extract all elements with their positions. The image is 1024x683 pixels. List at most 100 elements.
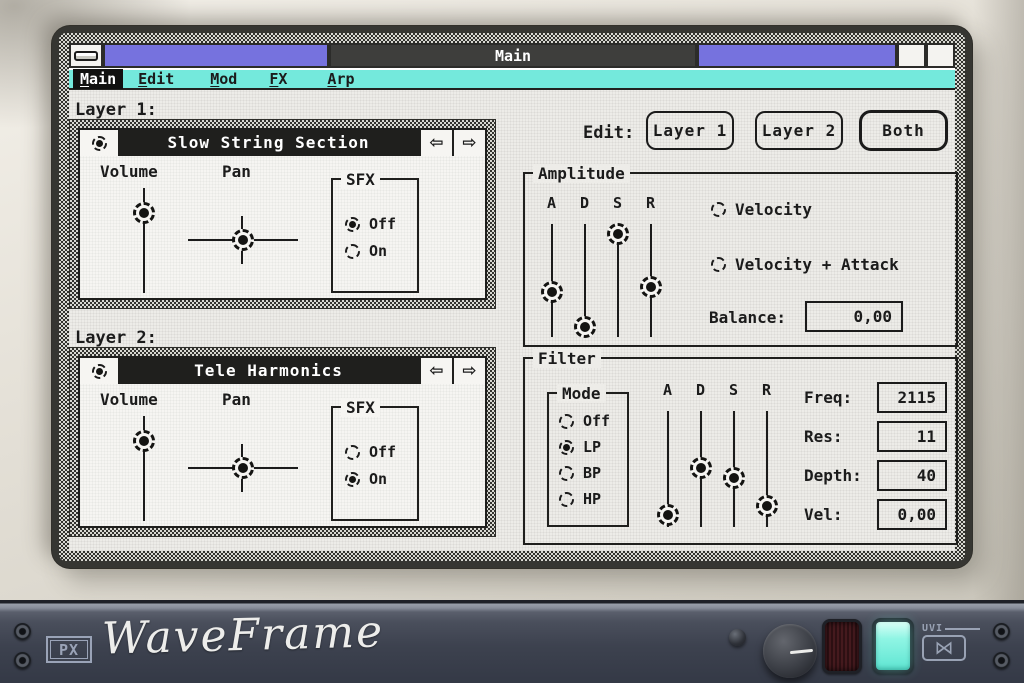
filter-decay-slider[interactable] (700, 411, 702, 527)
layer1-sfx-on-option[interactable]: On (345, 242, 387, 260)
amp-decay-slider[interactable] (584, 224, 586, 337)
layer2-window-bullet-box[interactable] (80, 358, 118, 384)
amp-sustain-slider[interactable] (617, 224, 619, 337)
filter-decay-knob[interactable] (690, 457, 712, 479)
menu-item-arp[interactable]: Arp (320, 69, 361, 89)
window-control-button-2[interactable] (926, 43, 955, 68)
amp-release-slider[interactable] (650, 224, 652, 337)
menu-item-fx[interactable]: FX (262, 69, 294, 89)
screw (14, 652, 31, 669)
layer2-sfx-on-option[interactable]: On (345, 470, 387, 488)
window-menu-box[interactable] (69, 43, 103, 68)
amp-sustain-letter: S (613, 192, 622, 214)
radio-icon[interactable] (345, 445, 360, 460)
radio-icon[interactable] (559, 466, 574, 481)
edit-both-button-label: Both (882, 121, 925, 140)
product-name-logo: WaveFrame (101, 606, 384, 664)
layer2-volume-slider[interactable] (143, 416, 145, 521)
edit-layer2-button[interactable]: Layer 2 (755, 111, 843, 150)
amp-attack-knob[interactable] (541, 281, 563, 303)
layer2-sfx-off-option[interactable]: Off (345, 443, 396, 461)
menu-edit-rest: dit (147, 70, 174, 88)
edit-both-button[interactable]: Both (859, 110, 948, 151)
layer2-prev-arrow-button[interactable]: ⇦ (419, 358, 452, 384)
uvi-logo-line (945, 628, 980, 630)
filter-attack-slider[interactable] (667, 411, 669, 527)
amp-attack-slider[interactable] (551, 224, 553, 337)
left-arrow-icon: ⇦ (429, 361, 443, 381)
layer2-volume-knob[interactable] (133, 430, 155, 452)
mode-hp-option[interactable]: HP (559, 490, 601, 508)
layer2-window-titlebar[interactable]: Tele Harmonics ⇦ ⇨ (80, 358, 485, 384)
layer2-next-arrow-button[interactable]: ⇨ (452, 358, 485, 384)
window-control-button-1[interactable] (897, 43, 926, 68)
radio-icon[interactable] (345, 217, 360, 232)
edit-layer1-button[interactable]: Layer 1 (646, 111, 734, 150)
layer2-sfx-label: SFX (341, 398, 380, 417)
uvi-symbol-glyph: ⋈ (935, 639, 954, 658)
small-knob[interactable] (729, 629, 746, 646)
layer2-pan-knob[interactable] (232, 457, 254, 479)
edit-layer2-button-label: Layer 2 (762, 121, 836, 140)
radio-icon[interactable] (711, 257, 726, 272)
amp-release-knob[interactable] (640, 276, 662, 298)
vel-input[interactable]: 0,00 (877, 499, 947, 530)
radio-icon[interactable] (559, 492, 574, 507)
layer1-volume-slider[interactable] (143, 188, 145, 293)
layer1-window-titlebar[interactable]: Slow String Section ⇦ ⇨ (80, 130, 485, 156)
layer1-heading: Layer 1: (75, 100, 157, 120)
amp-decay-knob[interactable] (574, 316, 596, 338)
window-bullet-icon (92, 364, 107, 379)
velocity-label: Velocity (735, 200, 812, 219)
layer1-pan-slider[interactable] (188, 239, 298, 241)
radio-icon[interactable] (711, 202, 726, 217)
layer2-pan-slider[interactable] (188, 467, 298, 469)
minimize-dash-icon (74, 51, 98, 61)
filter-sustain-slider[interactable] (733, 411, 735, 527)
radio-icon[interactable] (345, 244, 360, 259)
power-led-button[interactable] (872, 618, 914, 674)
filter-sustain-knob[interactable] (723, 467, 745, 489)
rotary-knob[interactable] (763, 624, 817, 678)
velocity-option[interactable]: Velocity (711, 200, 812, 219)
balance-input[interactable]: 0,00 (805, 301, 903, 332)
screw (993, 623, 1010, 640)
menu-item-mod[interactable]: Mod (203, 69, 244, 89)
layer1-next-arrow-button[interactable]: ⇨ (452, 130, 485, 156)
filter-attack-knob[interactable] (657, 504, 679, 526)
layer1-prev-arrow-button[interactable]: ⇦ (419, 130, 452, 156)
menu-main-rest: ain (89, 70, 116, 88)
layer1-sfx-off-option[interactable]: Off (345, 215, 396, 233)
velocity-attack-option[interactable]: Velocity + Attack (711, 255, 899, 274)
mode-bp-option[interactable]: BP (559, 464, 601, 482)
layer2-window-title: Tele Harmonics (118, 358, 419, 384)
crt-screen: Main Main Edit Mod FX Arp Layer 1: (52, 26, 972, 568)
menu-item-main[interactable]: Main (73, 69, 123, 89)
freq-input[interactable]: 2115 (877, 382, 947, 413)
red-button[interactable] (822, 619, 862, 674)
mode-off-option[interactable]: Off (559, 412, 610, 430)
freq-value: 2115 (897, 388, 936, 407)
radio-icon[interactable] (345, 472, 360, 487)
pan-center-tick-top (241, 444, 243, 457)
mode-lp-option[interactable]: LP (559, 438, 601, 456)
layer1-volume-knob[interactable] (133, 202, 155, 224)
radio-icon[interactable] (559, 414, 574, 429)
depth-input[interactable]: 40 (877, 460, 947, 491)
left-arrow-icon: ⇦ (429, 133, 443, 153)
radio-icon[interactable] (559, 440, 574, 455)
filter-release-slider[interactable] (766, 411, 768, 527)
amp-release-letter: R (646, 192, 655, 214)
mode-lp-label: LP (583, 438, 601, 456)
amp-attack-letter: A (547, 192, 556, 214)
vel-value: 0,00 (897, 505, 936, 524)
filter-release-knob[interactable] (756, 495, 778, 517)
layer2-pan-label: Pan (222, 390, 251, 409)
menu-mod-hotkey: M (210, 70, 219, 88)
layer1-window-bullet-box[interactable] (80, 130, 118, 156)
menu-item-edit[interactable]: Edit (131, 69, 181, 89)
amp-sustain-knob[interactable] (607, 223, 629, 245)
res-input[interactable]: 11 (877, 421, 947, 452)
waveframe-plugin: Main Main Edit Mod FX Arp Layer 1: (0, 0, 1024, 683)
layer1-pan-knob[interactable] (232, 229, 254, 251)
